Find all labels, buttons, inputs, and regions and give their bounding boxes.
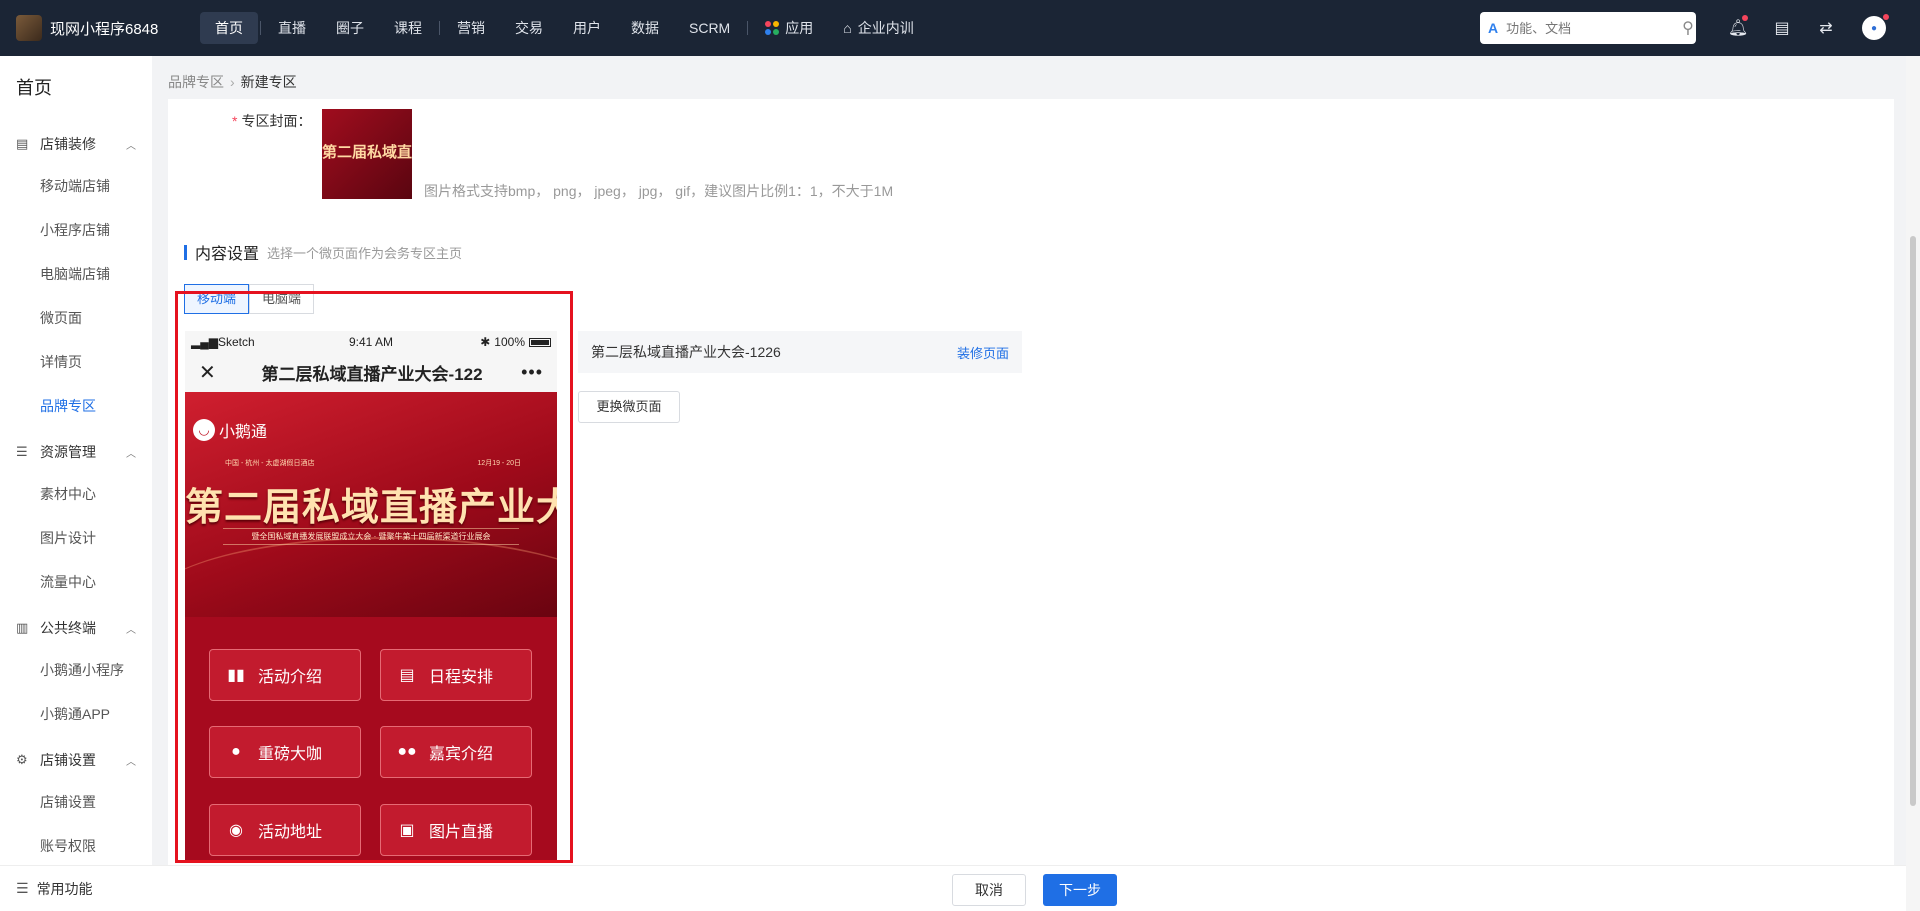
sidebar-item-materials[interactable]: 素材中心 — [0, 472, 152, 516]
change-page-button[interactable]: 更换微页面 — [578, 391, 680, 423]
terminal-icon: ▥ — [16, 620, 29, 635]
selected-page-name: 第二层私域直播产业大会-1226 — [591, 344, 781, 360]
top-nav-bar: 现网小程序6848 首页 直播 圈子 课程 营销 交易 用户 数据 SCRM 应… — [0, 0, 1920, 56]
menu-icon: ☰ — [16, 880, 29, 896]
nav-marketing[interactable]: 营销 — [442, 12, 500, 44]
cover-label-text: 专区封面： — [241, 113, 312, 129]
gear-icon: ⚙ — [16, 752, 28, 767]
sidebar-item-traffic[interactable]: 流量中心 — [0, 560, 152, 604]
chevron-right-icon: › — [230, 74, 235, 90]
section-subtitle: 选择一个微页面作为会务专区主页 — [267, 245, 463, 261]
nav-data[interactable]: 数据 — [616, 12, 674, 44]
breadcrumb: 品牌专区 › 新建专区 — [168, 72, 297, 92]
sidebar-group-resources[interactable]: ☰ 资源管理 ︿ — [0, 432, 152, 472]
sidebar-item-miniprogram[interactable]: 小鹅通小程序 — [0, 648, 152, 692]
nav-live[interactable]: 直播 — [263, 12, 321, 44]
avatar-dot — [1883, 14, 1889, 20]
chevron-up-icon: ︿ — [126, 624, 136, 636]
sidebar-item-brand-zone[interactable]: 品牌专区 — [0, 384, 152, 428]
nav-circle[interactable]: 圈子 — [321, 12, 379, 44]
bell-icon[interactable]: 🔔︎ — [1716, 15, 1760, 38]
app-grid-icon — [765, 21, 780, 35]
breadcrumb-parent[interactable]: 品牌专区 — [168, 74, 224, 90]
search-input[interactable] — [1506, 20, 1683, 36]
nav-trade[interactable]: 交易 — [500, 12, 558, 44]
nav-apps[interactable]: 应用 — [750, 12, 828, 44]
page-scrollbar[interactable] — [1906, 56, 1920, 911]
cancel-button[interactable]: 取消 — [952, 874, 1026, 906]
cover-image-text: 第二届私域直播产业 — [322, 144, 412, 161]
nav-training[interactable]: ⌂ 企业内训 — [828, 12, 928, 44]
selected-page-row: 第二层私域直播产业大会-1226 装修页面 — [578, 331, 1022, 373]
breadcrumb-current: 新建专区 — [240, 74, 297, 90]
chevron-up-icon: ︿ — [126, 448, 136, 460]
sidebar: 首页 ▤ 店铺装修 ︿ 移动端店铺 小程序店铺 电脑端店铺 微页面 详情页 品牌… — [0, 56, 152, 911]
notification-dot — [1742, 15, 1748, 21]
nav-training-label: 企业内训 — [857, 20, 914, 36]
switch-icon[interactable]: ⇄ — [1804, 18, 1848, 38]
top-right-tools: A ⚲ 🔔︎ ▤ ⇄ ● — [1480, 0, 1920, 56]
sidebar-item-detail-page[interactable]: 详情页 — [0, 340, 152, 384]
sidebar-group-label: 资源管理 — [40, 444, 96, 460]
content-settings-header: 内容设置 选择一个微页面作为会务专区主页 — [184, 240, 462, 264]
sidebar-group-decoration[interactable]: ▤ 店铺装修 ︿ — [0, 124, 152, 164]
store-icon: ▤ — [16, 136, 29, 151]
nav-apps-label: 应用 — [785, 20, 814, 36]
search-box[interactable]: A ⚲ — [1480, 12, 1696, 44]
required-mark: * — [232, 113, 238, 129]
nav-divider — [747, 21, 749, 35]
sidebar-group-terminals[interactable]: ▥ 公共终端 ︿ — [0, 608, 152, 648]
decorate-page-link[interactable]: 装修页面 — [957, 343, 1009, 362]
highlight-frame — [175, 291, 573, 863]
chevron-up-icon: ︿ — [126, 140, 136, 152]
cover-hint: 图片格式支持bmp， png， jpeg， jpg， gif，建议图片比例1：1… — [424, 183, 894, 199]
sidebar-group-label: 公共终端 — [40, 620, 96, 636]
nav-users[interactable]: 用户 — [558, 12, 616, 44]
sidebar-item-pc-store[interactable]: 电脑端店铺 — [0, 252, 152, 296]
main-content: *专区封面： 第二届私域直播产业 图片格式支持bmp， png， jpeg， j… — [168, 99, 1894, 865]
brand-name: 现网小程序6848 — [50, 20, 159, 38]
scrollbar-thumb[interactable] — [1910, 236, 1916, 806]
sidebar-common-functions[interactable]: ☰ 常用功能 — [0, 865, 152, 911]
common-functions-label: 常用功能 — [36, 880, 93, 897]
nav-course[interactable]: 课程 — [379, 12, 437, 44]
sidebar-group-label: 店铺装修 — [40, 136, 96, 152]
sidebar-group-label: 店铺设置 — [40, 752, 96, 768]
sidebar-item-app[interactable]: 小鹅通APP — [0, 692, 152, 736]
nav-divider — [260, 21, 261, 35]
resource-icon: ☰ — [16, 444, 28, 459]
brand-logo — [16, 15, 42, 41]
chevron-up-icon: ︿ — [126, 756, 136, 768]
sidebar-group-settings[interactable]: ⚙ 店铺设置 ︿ — [0, 740, 152, 780]
sidebar-title: 首页 — [16, 78, 52, 98]
section-title: 内容设置 — [195, 246, 260, 263]
sidebar-item-micro-page[interactable]: 微页面 — [0, 296, 152, 340]
sidebar-item-store-settings[interactable]: 店铺设置 — [0, 780, 152, 824]
cover-label: * 专区封面： — [232, 111, 311, 131]
search-brand-icon: A — [1488, 20, 1499, 36]
nav-home[interactable]: 首页 — [200, 12, 258, 44]
main-nav: 首页 直播 圈子 课程 营销 交易 用户 数据 SCRM 应用 ⌂ 企业内训 — [200, 0, 929, 56]
sidebar-item-image-design[interactable]: 图片设计 — [0, 516, 152, 560]
next-button[interactable]: 下一步 — [1043, 874, 1117, 906]
sidebar-item-account-permissions[interactable]: 账号权限 — [0, 824, 152, 868]
sidebar-item-miniapp-store[interactable]: 小程序店铺 — [0, 208, 152, 252]
store-icon[interactable]: ▤ — [1760, 18, 1804, 38]
footer-actions: 取消 下一步 — [152, 865, 1920, 911]
brand[interactable]: 现网小程序6848 — [0, 15, 200, 41]
cover-image[interactable]: 第二届私域直播产业 — [322, 109, 412, 199]
sidebar-item-mobile-store[interactable]: 移动端店铺 — [0, 164, 152, 208]
training-icon: ⌂ — [843, 20, 852, 36]
section-accent-bar — [184, 244, 187, 260]
search-icon[interactable]: ⚲ — [1682, 18, 1694, 38]
avatar[interactable]: ● — [1862, 14, 1889, 40]
nav-scrm[interactable]: SCRM — [674, 12, 745, 44]
nav-divider — [439, 21, 440, 35]
